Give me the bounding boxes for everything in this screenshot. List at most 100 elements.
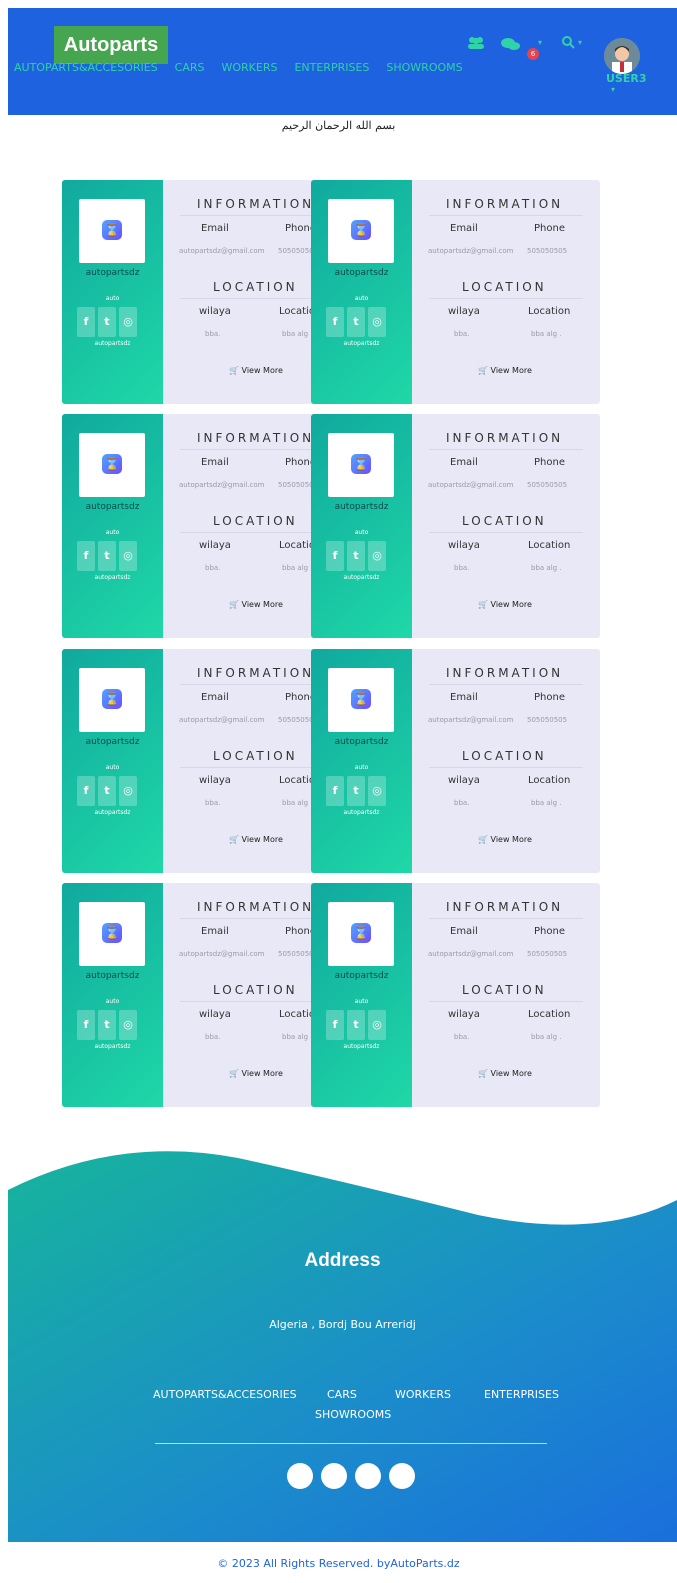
facebook-icon[interactable]: f xyxy=(326,307,344,337)
chevron-down-icon[interactable]: ▾ xyxy=(578,38,582,47)
email-value: autopartsdz@gmail.com xyxy=(428,716,514,724)
instagram-icon[interactable]: ◎ xyxy=(119,541,137,571)
hourglass-icon: ⌛ xyxy=(351,923,371,943)
instagram-icon[interactable]: ◎ xyxy=(368,541,386,571)
footer: Address Algeria , Bordj Bou Arreridj AUT… xyxy=(8,1140,677,1542)
twitter-icon[interactable]: t xyxy=(98,776,116,806)
footer-link-enterprises[interactable]: ENTERPRISES xyxy=(484,1388,559,1401)
card-profile-panel: ⌛ autopartsdz auto f t ◎ autopartsdz xyxy=(311,649,412,873)
messages-icon[interactable] xyxy=(501,37,521,55)
divider xyxy=(429,215,583,216)
information-title: INFORMATION xyxy=(446,431,564,445)
social-circle-icon[interactable] xyxy=(355,1463,381,1489)
nav-link-cars[interactable]: CARS xyxy=(175,61,205,74)
facebook-icon[interactable]: f xyxy=(77,541,95,571)
social-buttons: f t ◎ xyxy=(77,541,137,571)
instagram-icon[interactable]: ◎ xyxy=(119,307,137,337)
company-handle: autopartsdz xyxy=(94,574,131,581)
card-info-panel: INFORMATION Email Phone autopartsdz@gmai… xyxy=(412,414,600,638)
cart-icon: 🛒 xyxy=(478,600,488,609)
footer-link-cars[interactable]: CARS xyxy=(327,1388,357,1401)
company-logo: ⌛ xyxy=(79,433,145,497)
cart-icon: 🛒 xyxy=(478,366,488,375)
location-label: Location xyxy=(528,1009,571,1020)
hourglass-icon: ⌛ xyxy=(102,923,122,943)
facebook-icon[interactable]: f xyxy=(326,541,344,571)
cart-icon: 🛒 xyxy=(229,366,239,375)
wilaya-label: wilaya xyxy=(448,540,480,551)
instagram-icon[interactable]: ◎ xyxy=(368,776,386,806)
social-buttons: f t ◎ xyxy=(326,307,386,337)
instagram-icon[interactable]: ◎ xyxy=(368,307,386,337)
location-value: bba alg . xyxy=(531,1033,562,1041)
chevron-down-icon[interactable]: ▾ xyxy=(611,85,615,94)
wilaya-value: bba. xyxy=(454,799,470,807)
facebook-icon[interactable]: f xyxy=(77,1010,95,1040)
wilaya-value: bba. xyxy=(205,799,221,807)
twitter-icon[interactable]: t xyxy=(98,541,116,571)
twitter-icon[interactable]: t xyxy=(98,307,116,337)
email-label: Email xyxy=(450,457,478,468)
company-name: autopartsdz xyxy=(85,737,140,747)
company-logo: ⌛ xyxy=(328,668,394,732)
instagram-icon[interactable]: ◎ xyxy=(368,1010,386,1040)
card-profile-panel: ⌛ autopartsdz auto f t ◎ autopartsdz xyxy=(62,883,163,1107)
footer-link-workers[interactable]: WORKERS xyxy=(395,1388,451,1401)
view-more-button[interactable]: 🛒 View More xyxy=(229,366,283,375)
twitter-icon[interactable]: t xyxy=(98,1010,116,1040)
avatar[interactable] xyxy=(604,38,640,74)
social-circle-icon[interactable] xyxy=(287,1463,313,1489)
cart-icon: 🛒 xyxy=(229,835,239,844)
view-more-label: View More xyxy=(490,1069,532,1078)
company-logo: ⌛ xyxy=(79,199,145,263)
social-circle-icon[interactable] xyxy=(321,1463,347,1489)
main-nav: AUTOPARTS&ACCESORIES CARS WORKERS ENTERP… xyxy=(14,61,480,74)
nav-link-enterprises[interactable]: ENTERPRISES xyxy=(294,61,369,74)
divider xyxy=(429,532,583,533)
search-icon[interactable] xyxy=(561,35,575,53)
view-more-button[interactable]: 🛒 View More xyxy=(478,1069,532,1078)
email-value: autopartsdz@gmail.com xyxy=(179,481,265,489)
instagram-icon[interactable]: ◎ xyxy=(119,776,137,806)
twitter-icon[interactable]: t xyxy=(347,541,365,571)
view-more-button[interactable]: 🛒 View More xyxy=(478,835,532,844)
wilaya-value: bba. xyxy=(205,564,221,572)
location-label: Location xyxy=(528,540,571,551)
footer-link-showrooms[interactable]: SHOWROOMS xyxy=(315,1408,391,1421)
email-value: autopartsdz@gmail.com xyxy=(179,716,265,724)
cart-icon: 🛒 xyxy=(229,1069,239,1078)
users-icon[interactable] xyxy=(466,36,486,54)
view-more-button[interactable]: 🛒 View More xyxy=(478,366,532,375)
view-more-label: View More xyxy=(490,366,532,375)
view-more-button[interactable]: 🛒 View More xyxy=(229,1069,283,1078)
company-type: auto xyxy=(105,295,120,302)
footer-link-autoparts[interactable]: AUTOPARTS&ACCESORIES xyxy=(153,1388,297,1401)
facebook-icon[interactable]: f xyxy=(77,776,95,806)
information-title: INFORMATION xyxy=(446,197,564,211)
information-title: INFORMATION xyxy=(446,900,564,914)
view-more-button[interactable]: 🛒 View More xyxy=(478,600,532,609)
twitter-icon[interactable]: t xyxy=(347,307,365,337)
facebook-icon[interactable]: f xyxy=(326,1010,344,1040)
brand-logo[interactable]: Autoparts xyxy=(54,26,168,64)
twitter-icon[interactable]: t xyxy=(347,1010,365,1040)
social-circle-icon[interactable] xyxy=(389,1463,415,1489)
company-handle: autopartsdz xyxy=(94,340,131,347)
nav-link-autoparts[interactable]: AUTOPARTS&ACCESORIES xyxy=(14,61,158,74)
facebook-icon[interactable]: f xyxy=(77,307,95,337)
phone-label: Phone xyxy=(534,926,565,937)
nav-link-showrooms[interactable]: SHOWROOMS xyxy=(386,61,462,74)
phone-label: Phone xyxy=(534,223,565,234)
view-more-button[interactable]: 🛒 View More xyxy=(229,835,283,844)
nav-link-workers[interactable]: WORKERS xyxy=(221,61,277,74)
user-name[interactable]: USER3 xyxy=(606,72,647,85)
view-more-button[interactable]: 🛒 View More xyxy=(229,600,283,609)
chevron-down-icon[interactable]: ▾ xyxy=(538,38,542,47)
location-value: bba alg . xyxy=(282,564,313,572)
twitter-icon[interactable]: t xyxy=(347,776,365,806)
instagram-icon[interactable]: ◎ xyxy=(119,1010,137,1040)
facebook-icon[interactable]: f xyxy=(326,776,344,806)
card-profile-panel: ⌛ autopartsdz auto f t ◎ autopartsdz xyxy=(62,180,163,404)
social-buttons: f t ◎ xyxy=(77,1010,137,1040)
company-card: ⌛ autopartsdz auto f t ◎ autopartsdz INF… xyxy=(311,414,600,638)
